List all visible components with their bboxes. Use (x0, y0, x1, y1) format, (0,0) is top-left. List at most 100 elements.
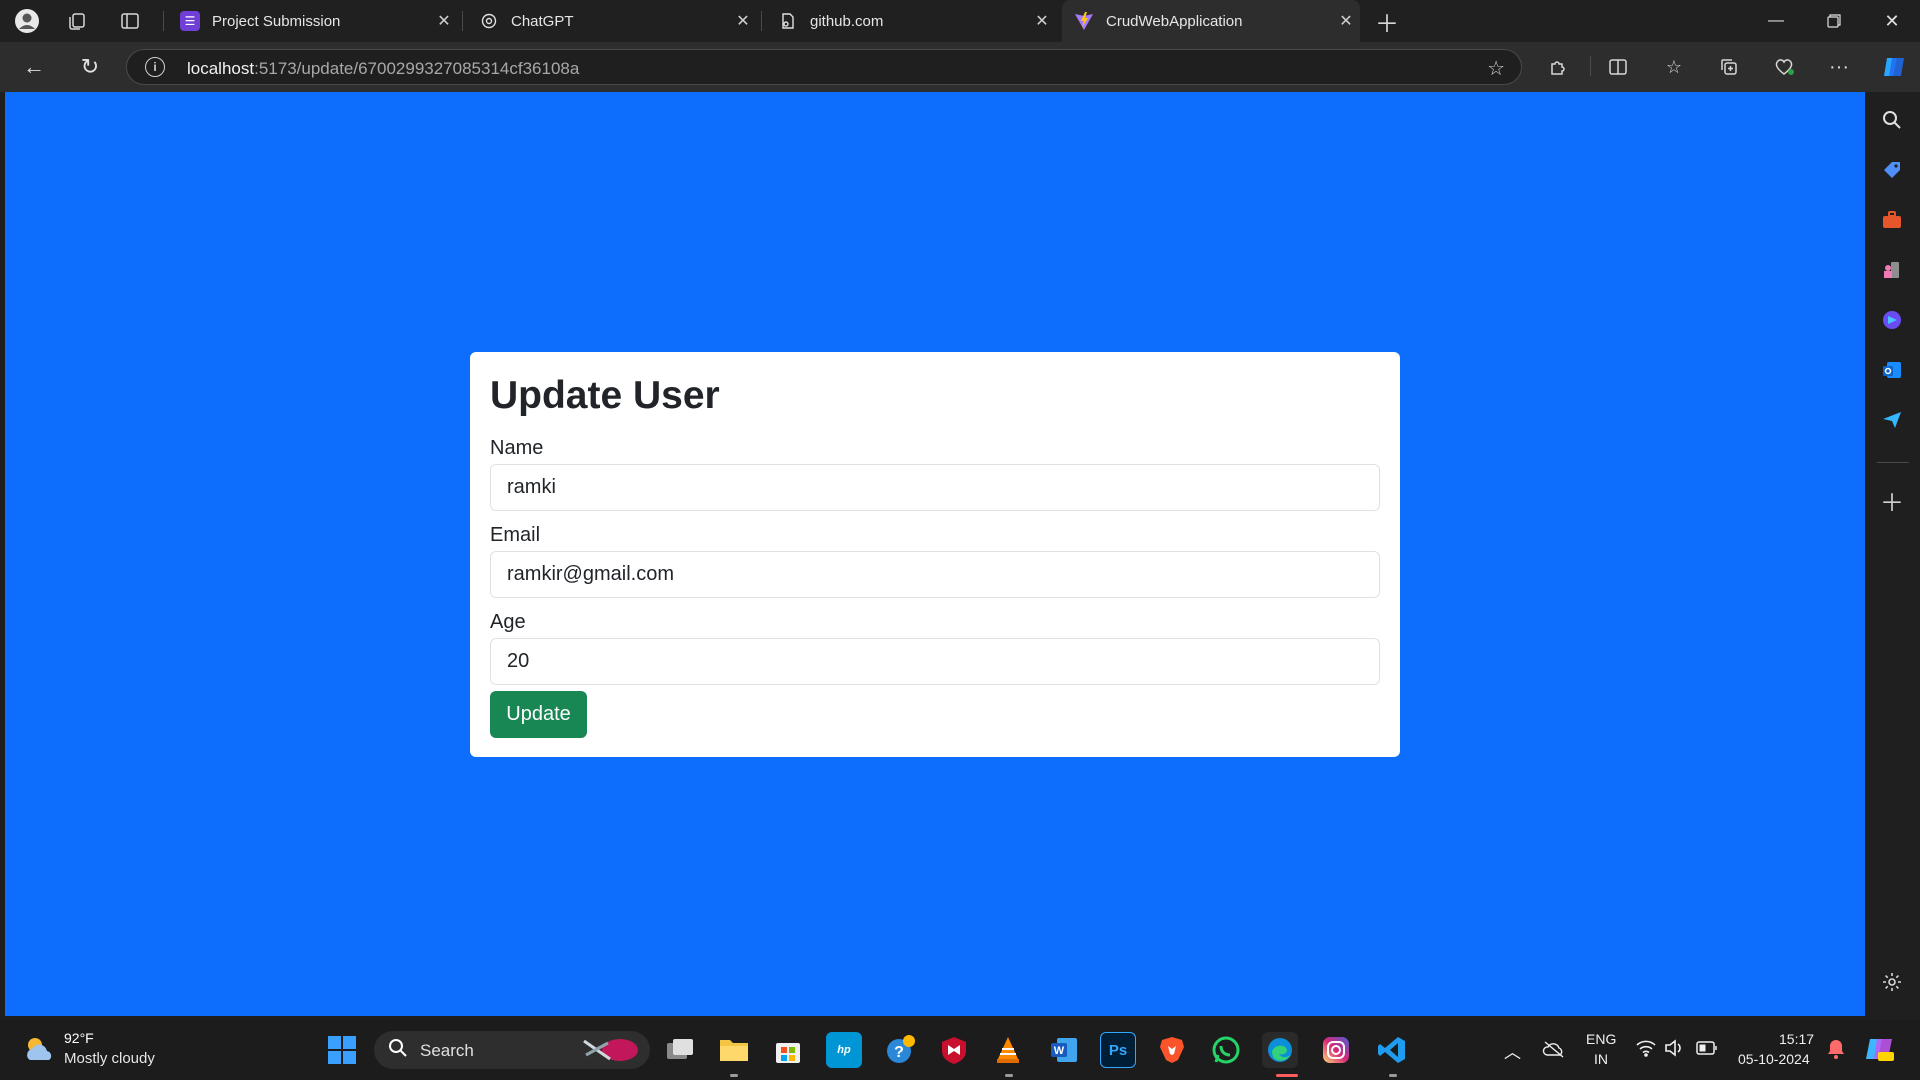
running-indicator (1389, 1074, 1397, 1077)
browser-tab-bar: ☰ Project Submission ✕ ChatGPT ✕ github.… (0, 0, 1920, 42)
shopping-tag-icon[interactable] (1878, 156, 1906, 184)
vertical-tabs-icon[interactable] (115, 8, 145, 34)
edge-icon[interactable] (1262, 1032, 1298, 1068)
notifications-bell-icon[interactable] (1826, 1038, 1846, 1064)
more-options-icon[interactable]: ··· (1823, 52, 1855, 82)
search-icon[interactable] (1878, 106, 1906, 134)
copilot-sidebar-icon[interactable] (1878, 306, 1906, 334)
address-bar[interactable]: i localhost:5173/update/6700299327085314… (126, 49, 1522, 85)
microsoft-store-icon[interactable] (770, 1032, 806, 1068)
sidebar-separator (1877, 462, 1909, 463)
back-icon[interactable]: ← (16, 50, 52, 84)
weather-description[interactable]: Mostly cloudy (64, 1050, 155, 1067)
clock-time[interactable]: 15:17 (1779, 1031, 1814, 1047)
get-help-icon[interactable]: ? (882, 1032, 918, 1068)
weather-temperature[interactable]: 92°F (64, 1030, 94, 1046)
refresh-icon[interactable]: ↻ (72, 50, 108, 84)
show-hidden-icons-icon[interactable]: ︿ (1504, 1038, 1521, 1063)
favorites-icon[interactable]: ☆ (1658, 52, 1690, 82)
vscode-icon[interactable] (1374, 1032, 1410, 1068)
active-indicator (1276, 1074, 1298, 1077)
tab-title: Project Submission (212, 12, 341, 30)
split-screen-icon[interactable] (1602, 52, 1634, 82)
language-bottom[interactable]: IN (1594, 1051, 1608, 1067)
search-label: Search (420, 1041, 474, 1060)
close-icon[interactable]: ✕ (430, 11, 458, 31)
restore-icon[interactable] (1806, 0, 1862, 42)
browser-toolbar: ← ↻ i localhost:5173/update/670029932708… (0, 42, 1920, 92)
tab-chatgpt[interactable]: ChatGPT ✕ (467, 0, 757, 42)
clock-date[interactable]: 05-10-2024 (1738, 1051, 1810, 1067)
age-input[interactable] (490, 638, 1380, 685)
file-explorer-icon[interactable] (716, 1032, 752, 1068)
brave-icon[interactable] (1154, 1032, 1190, 1068)
close-window-icon[interactable]: ✕ (1864, 0, 1920, 42)
page-content: Update User Name Email Age Update (5, 92, 1865, 1016)
instagram-icon[interactable] (1318, 1032, 1354, 1068)
tab-title: ChatGPT (511, 12, 574, 30)
send-icon[interactable] (1878, 406, 1906, 434)
profile-icon[interactable] (12, 8, 42, 34)
name-input[interactable] (490, 464, 1380, 511)
vlc-icon[interactable] (990, 1032, 1026, 1068)
onedrive-offline-icon[interactable] (1542, 1040, 1566, 1062)
settings-gear-icon[interactable] (1878, 968, 1906, 996)
email-input[interactable] (490, 551, 1380, 598)
copilot-icon[interactable] (1878, 52, 1910, 82)
volume-icon[interactable] (1664, 1039, 1684, 1061)
page-title: Update User (490, 374, 720, 417)
tab-crudwebapplication[interactable]: CrudWebApplication ✕ (1062, 0, 1360, 42)
search-highlight-icon (583, 1039, 638, 1061)
svg-text:?: ? (894, 1044, 904, 1061)
outlook-icon[interactable] (1878, 356, 1906, 384)
tab-title: github.com (810, 12, 884, 30)
mcafee-icon[interactable] (936, 1032, 972, 1068)
whatsapp-icon[interactable] (1208, 1032, 1244, 1068)
myhp-icon[interactable]: hp (826, 1032, 862, 1068)
add-icon[interactable]: ＋ (1878, 486, 1906, 517)
tab-title: CrudWebApplication (1106, 12, 1243, 30)
workspaces-icon[interactable] (62, 8, 92, 34)
favorite-star-icon[interactable]: ☆ (1487, 56, 1505, 81)
site-info-icon[interactable]: i (145, 57, 165, 77)
new-tab-icon[interactable]: ＋ (1372, 8, 1402, 38)
language-top[interactable]: ENG (1586, 1031, 1616, 1047)
tools-icon[interactable] (1878, 206, 1906, 234)
browser-essentials-icon[interactable] (1768, 52, 1800, 82)
minimize-icon[interactable]: — (1748, 0, 1804, 42)
name-label: Name (490, 437, 544, 459)
edge-sidebar: ＋ (1865, 92, 1920, 1016)
close-icon[interactable]: ✕ (1332, 11, 1360, 31)
word-icon[interactable]: W (1046, 1032, 1082, 1068)
update-user-card: Update User Name Email Age Update (470, 352, 1400, 757)
url-host: localhost (187, 59, 255, 78)
chatgpt-icon (479, 11, 499, 31)
running-indicator (1005, 1074, 1013, 1077)
toolbar-separator (1590, 56, 1591, 76)
taskbar-search[interactable]: Search (374, 1031, 650, 1069)
battery-icon[interactable] (1696, 1040, 1718, 1060)
copilot-taskbar-icon[interactable] (1864, 1035, 1896, 1067)
close-icon[interactable]: ✕ (729, 11, 757, 31)
vite-icon (1074, 11, 1094, 31)
email-label: Email (490, 524, 541, 546)
tab-separator (761, 11, 762, 31)
tab-separator (163, 11, 164, 31)
collections-icon[interactable] (1713, 52, 1745, 82)
svg-text:W: W (1054, 1045, 1065, 1057)
wifi-icon[interactable] (1636, 1039, 1656, 1061)
extensions-icon[interactable] (1542, 52, 1574, 82)
windows-start-icon[interactable] (324, 1032, 360, 1068)
update-button[interactable]: Update (490, 691, 587, 738)
tab-separator (462, 11, 463, 31)
task-view-icon[interactable] (662, 1032, 698, 1068)
tab-project-submission[interactable]: ☰ Project Submission ✕ (168, 0, 458, 42)
running-indicator (730, 1074, 738, 1077)
photoshop-icon[interactable]: Ps (1100, 1032, 1136, 1068)
tab-github[interactable]: github.com ✕ (766, 0, 1056, 42)
search-icon (389, 1039, 407, 1057)
weather-cloudy-icon[interactable] (22, 1034, 56, 1064)
close-icon[interactable]: ✕ (1028, 11, 1056, 31)
url-text[interactable]: localhost:5173/update/6700299327085314cf… (187, 59, 579, 79)
games-icon[interactable] (1878, 256, 1906, 284)
